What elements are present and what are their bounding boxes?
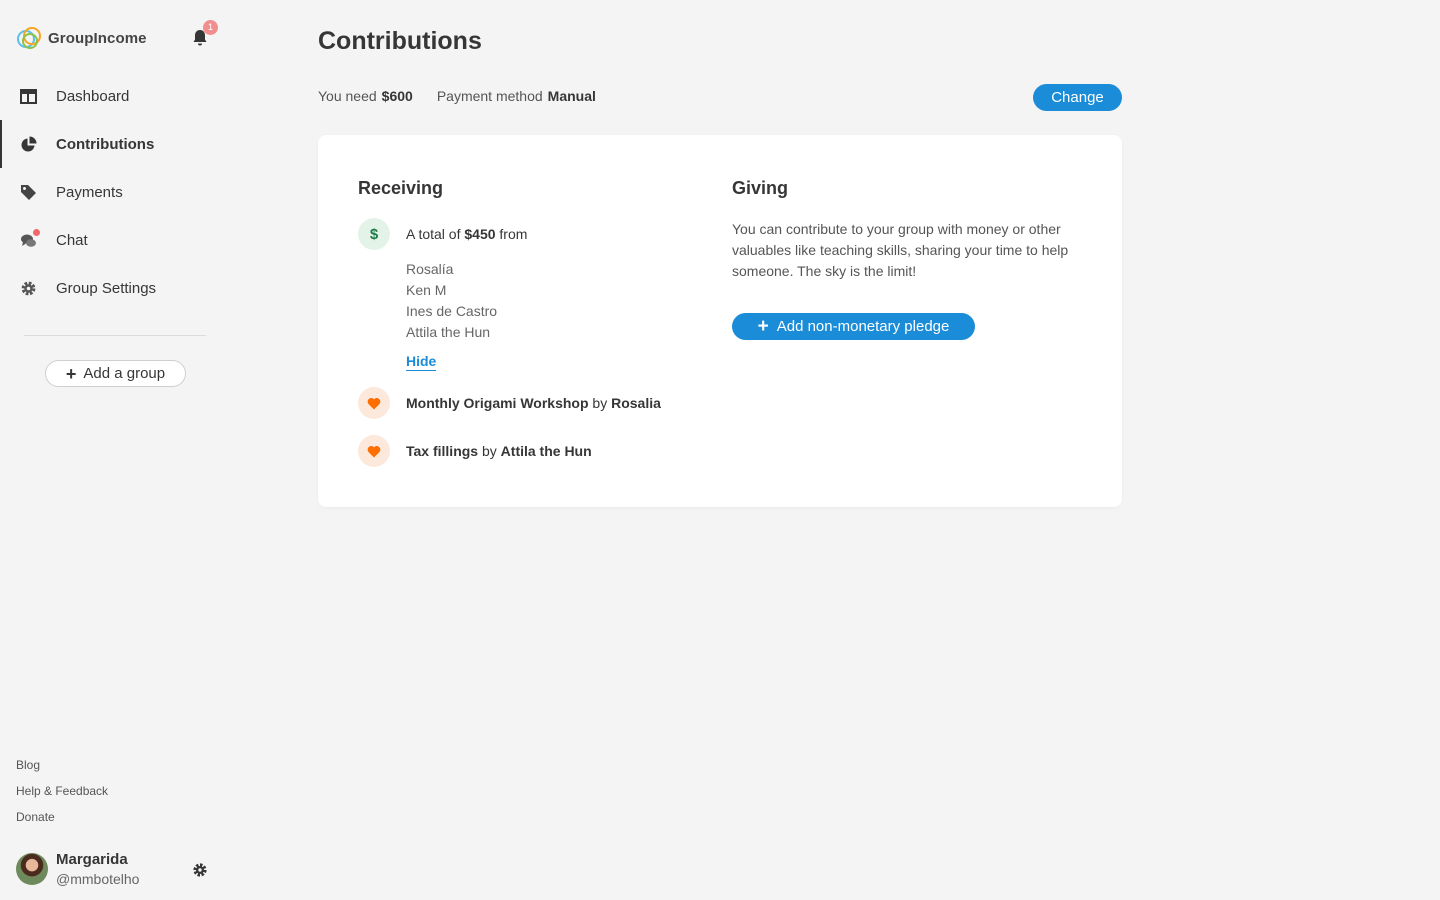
total-prefix: A total of	[406, 226, 461, 242]
dashboard-icon	[20, 88, 37, 105]
dollar-icon: $	[358, 218, 390, 250]
help-feedback-link[interactable]: Help & Feedback	[16, 783, 108, 809]
pledge-button-label: Add non-monetary pledge	[776, 318, 950, 335]
tag-icon	[20, 184, 37, 201]
profile-names: Margarida @mmbotelho	[56, 851, 139, 887]
hide-link[interactable]: Hide	[406, 353, 437, 371]
list-item: Rosalía	[406, 261, 454, 277]
giving-title: Giving	[732, 178, 789, 198]
main-nav: Dashboard Contributions Payments Chat Gr…	[0, 72, 230, 312]
nav-item-chat[interactable]: Chat	[0, 216, 230, 264]
page-title: Contributions	[318, 27, 482, 55]
profile-handle: @mmbotelho	[56, 871, 140, 887]
receiving-title: Receiving	[358, 178, 444, 198]
add-group-button[interactable]: + Add a group	[45, 360, 186, 387]
pledge-author: Rosalia	[611, 395, 661, 411]
profile-settings-gear-icon[interactable]	[192, 862, 208, 878]
donor-list: Rosalía Ken M Ines de Castro Attila the …	[406, 260, 497, 344]
pledge-row: Tax fillings by Attila the Hun	[406, 443, 592, 459]
nav-item-group-settings[interactable]: Group Settings	[0, 264, 230, 312]
plus-icon: +	[757, 316, 769, 337]
notification-badge: 1	[203, 20, 218, 35]
nav-item-contributions[interactable]: Contributions	[0, 120, 230, 168]
giving-description: You can contribute to your group with mo…	[732, 221, 1069, 279]
brand-logo[interactable]: GroupIncome	[16, 24, 147, 52]
plus-icon: +	[65, 363, 77, 384]
brand-name: GroupIncome	[48, 29, 147, 47]
sidebar-divider	[24, 335, 206, 336]
chat-icon	[20, 228, 40, 249]
heart-icon	[358, 435, 390, 467]
avatar	[16, 853, 48, 885]
contribution-summary: You need $600 Payment method Manual	[318, 88, 596, 104]
sidebar: GroupIncome 1 Dashboard Contributions Pa…	[0, 0, 230, 900]
nav-item-dashboard[interactable]: Dashboard	[0, 72, 230, 120]
list-item: Ken M	[406, 282, 447, 298]
chat-unread-dot	[33, 228, 40, 236]
donate-link[interactable]: Donate	[16, 809, 108, 835]
payment-method-value: Manual	[547, 88, 596, 104]
gear-icon	[20, 280, 37, 297]
need-label: You need	[318, 88, 377, 104]
heart-icon	[358, 387, 390, 419]
list-item: Ines de Castro	[406, 303, 498, 319]
list-item: Attila the Hun	[406, 324, 491, 340]
footer-links: Blog Help & Feedback Donate	[16, 757, 108, 835]
total-value: $450	[464, 226, 496, 242]
receiving-total: A total of $450 from	[406, 226, 527, 242]
pledge-row: Monthly Origami Workshop by Rosalia	[406, 395, 661, 411]
profile-name: Margarida	[56, 851, 128, 868]
need-value: $600	[381, 88, 413, 104]
change-button[interactable]: Change	[1033, 84, 1122, 111]
blog-link[interactable]: Blog	[16, 757, 108, 783]
user-profile[interactable]: Margarida @mmbotelho	[16, 851, 139, 887]
add-group-label: Add a group	[83, 365, 166, 382]
nav-label-group-settings: Group Settings	[56, 279, 157, 297]
nav-item-payments[interactable]: Payments	[0, 168, 230, 216]
nav-label-contributions: Contributions	[56, 135, 155, 153]
nav-label-dashboard: Dashboard	[56, 87, 130, 105]
contributions-card: Receiving $ A total of $450 from Rosalía…	[318, 135, 1122, 507]
groupincome-logo-icon	[17, 27, 41, 49]
pledge-title: Tax fillings	[406, 443, 479, 459]
payment-method-label: Payment method	[436, 88, 543, 104]
nav-label-chat: Chat	[56, 231, 88, 249]
add-non-monetary-pledge-button[interactable]: + Add non-monetary pledge	[732, 313, 975, 340]
pledge-author: Attila the Hun	[500, 443, 592, 459]
pledge-by: by	[481, 443, 497, 459]
pledge-title: Monthly Origami Workshop	[406, 395, 589, 411]
total-suffix: from	[499, 226, 528, 242]
nav-label-payments: Payments	[56, 183, 123, 201]
pledge-by: by	[592, 395, 608, 411]
pie-chart-icon	[20, 136, 37, 153]
